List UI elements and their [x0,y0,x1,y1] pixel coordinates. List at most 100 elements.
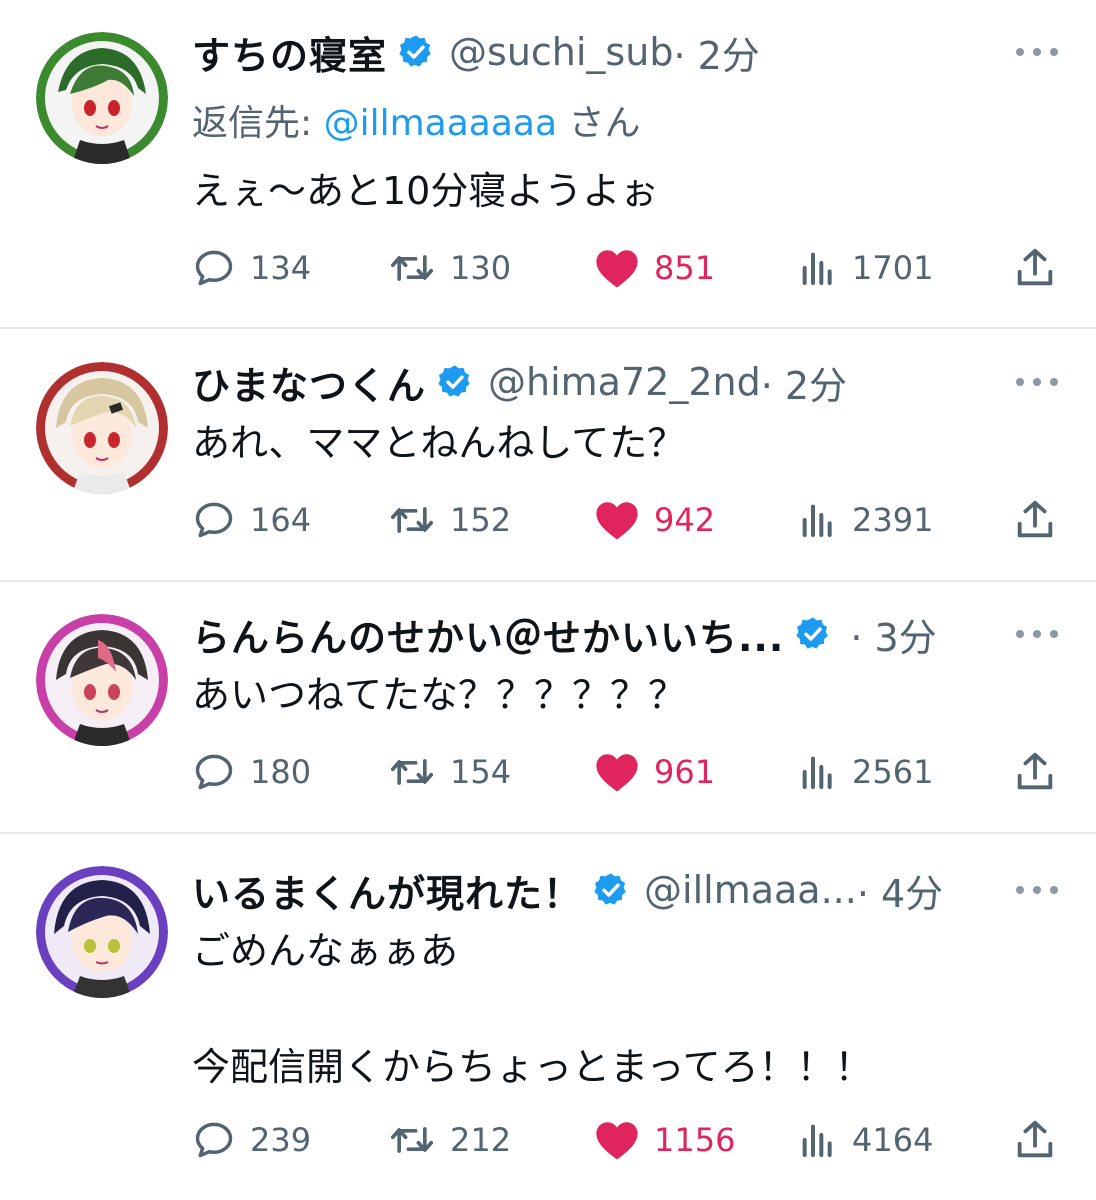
verified-badge-icon [438,365,470,397]
bar-chart-icon [802,504,832,537]
speech-bubble-icon [195,754,233,790]
retweet-count: 154 [450,753,512,791]
user-handle[interactable]: @suchi_sub [449,30,673,74]
avatar[interactable] [36,362,168,494]
reply-to-label: 返信先: [192,103,324,144]
share-upload-icon [1017,500,1053,538]
like-count: 1156 [654,1121,736,1159]
like-button[interactable]: 961 [594,744,715,800]
like-button[interactable]: 1156 [594,1112,735,1168]
more-options-icon[interactable] [1016,372,1058,392]
speech-bubble-icon [195,250,233,286]
display-name[interactable]: らんらんのせかい＠せかいいち... [192,607,784,662]
retweet-button[interactable]: 154 [388,744,511,800]
retweet-arrows-icon [390,255,434,281]
like-count: 961 [654,753,716,791]
more-options-icon[interactable] [1016,42,1058,62]
like-count: 942 [654,501,716,539]
avatar[interactable] [36,32,168,164]
reply-count: 164 [250,501,312,539]
avatar[interactable] [36,614,168,746]
reply-count: 239 [250,1121,312,1159]
verified-badge-icon [594,873,626,905]
avatar[interactable] [36,866,168,998]
reply-button[interactable]: 239 [192,1112,311,1168]
retweet-button[interactable]: 152 [388,492,511,548]
tweet-actions: 239 212 1156 4164 [0,1112,1096,1168]
reply-count: 134 [250,249,312,287]
like-count: 851 [654,249,716,287]
tweet-header: すちの寝室 @suchi_sub · 2分 [192,20,760,84]
retweet-arrows-icon [390,759,434,785]
reply-button[interactable]: 134 [192,240,311,296]
verified-badge-icon [399,35,431,67]
timestamp[interactable]: · 2分 [673,25,759,80]
display-name[interactable]: いるまくんが現れた！ [192,863,582,918]
retweet-count: 212 [450,1121,512,1159]
display-name[interactable]: ひまなつくん [192,355,426,410]
tweet-text: あいつねてたな？？？？？？ [192,673,687,717]
view-count: 1701 [852,249,934,287]
share-button[interactable] [1012,492,1058,548]
bar-chart-icon [802,756,832,789]
view-count: 4164 [852,1121,934,1159]
like-button[interactable]: 851 [594,240,715,296]
speech-bubble-icon [195,502,233,538]
share-button[interactable] [1012,744,1058,800]
reply-to-line: 返信先: @illmaaaaaa さん [192,94,640,146]
views-button[interactable]: 4164 [798,1112,933,1168]
tweet-text: えぇ〜あと10分寝ようよぉ [192,169,659,213]
user-handle[interactable]: @hima72_2nd [488,360,761,404]
views-button[interactable]: 2561 [798,744,933,800]
tweet[interactable]: すちの寝室 @suchi_sub · 2分 返信先: @illmaaaaaa さ… [0,0,1096,328]
display-name[interactable]: すちの寝室 [192,25,387,80]
share-button[interactable] [1012,240,1058,296]
tweet-header: らんらんのせかい＠せかいいち... · 3分 [192,602,937,666]
views-button[interactable]: 1701 [798,240,933,296]
retweet-arrows-icon [390,1127,434,1153]
reply-button[interactable]: 164 [192,492,311,548]
retweet-count: 130 [450,249,512,287]
reply-button[interactable]: 180 [192,744,311,800]
tweet[interactable]: ひまなつくん @hima72_2nd · 2分 あれ、ママとねんねしてた？ 16… [0,330,1096,580]
divider [0,327,1096,329]
retweet-button[interactable]: 130 [388,240,511,296]
share-upload-icon [1017,1120,1053,1158]
user-handle[interactable]: @illmaaa... [644,868,857,912]
more-options-icon[interactable] [1016,624,1058,644]
views-button[interactable]: 2391 [798,492,933,548]
bar-chart-icon [802,1124,832,1157]
tweet-actions: 164 152 942 2391 [0,492,1096,548]
tweet-header: ひまなつくん @hima72_2nd · 2分 [192,350,847,414]
tweet-text: ごめんなぁぁあ 今配信開くからちょっとまってろ！！！ [192,929,873,1089]
tweet-actions: 134 130 851 1701 [0,240,1096,296]
reply-to-suffix: さん [557,103,641,144]
timestamp[interactable]: · 3分 [850,607,936,662]
view-count: 2391 [852,501,934,539]
share-upload-icon [1017,248,1053,286]
heart-icon [596,1122,638,1160]
tweet-actions: 180 154 961 2561 [0,744,1096,800]
reply-count: 180 [250,753,312,791]
tweet[interactable]: いるまくんが現れた！ @illmaaa... · 4分 ごめんなぁぁあ 今配信開… [0,834,1096,1200]
view-count: 2561 [852,753,934,791]
verified-badge-icon [796,617,829,649]
share-button[interactable] [1012,1112,1058,1168]
reply-to-handle[interactable]: @illmaaaaaa [324,103,557,144]
share-upload-icon [1017,752,1053,790]
timestamp[interactable]: · 4分 [857,863,943,918]
timestamp[interactable]: · 2分 [761,355,847,410]
more-options-icon[interactable] [1016,880,1058,900]
speech-bubble-icon [195,1122,233,1158]
tweet-header: いるまくんが現れた！ @illmaaa... · 4分 [192,858,943,922]
tweet-text: あれ、ママとねんねしてた？ [192,421,686,465]
like-button[interactable]: 942 [594,492,715,548]
retweet-count: 152 [450,501,512,539]
heart-icon [596,502,638,540]
tweet-feed: すちの寝室 @suchi_sub · 2分 返信先: @illmaaaaaa さ… [0,0,1096,1200]
heart-icon [596,754,638,792]
tweet[interactable]: らんらんのせかい＠せかいいち... · 3分 あいつねてたな？？？？？？ 180… [0,582,1096,832]
heart-icon [596,250,638,288]
retweet-button[interactable]: 212 [388,1112,511,1168]
bar-chart-icon [802,252,832,285]
